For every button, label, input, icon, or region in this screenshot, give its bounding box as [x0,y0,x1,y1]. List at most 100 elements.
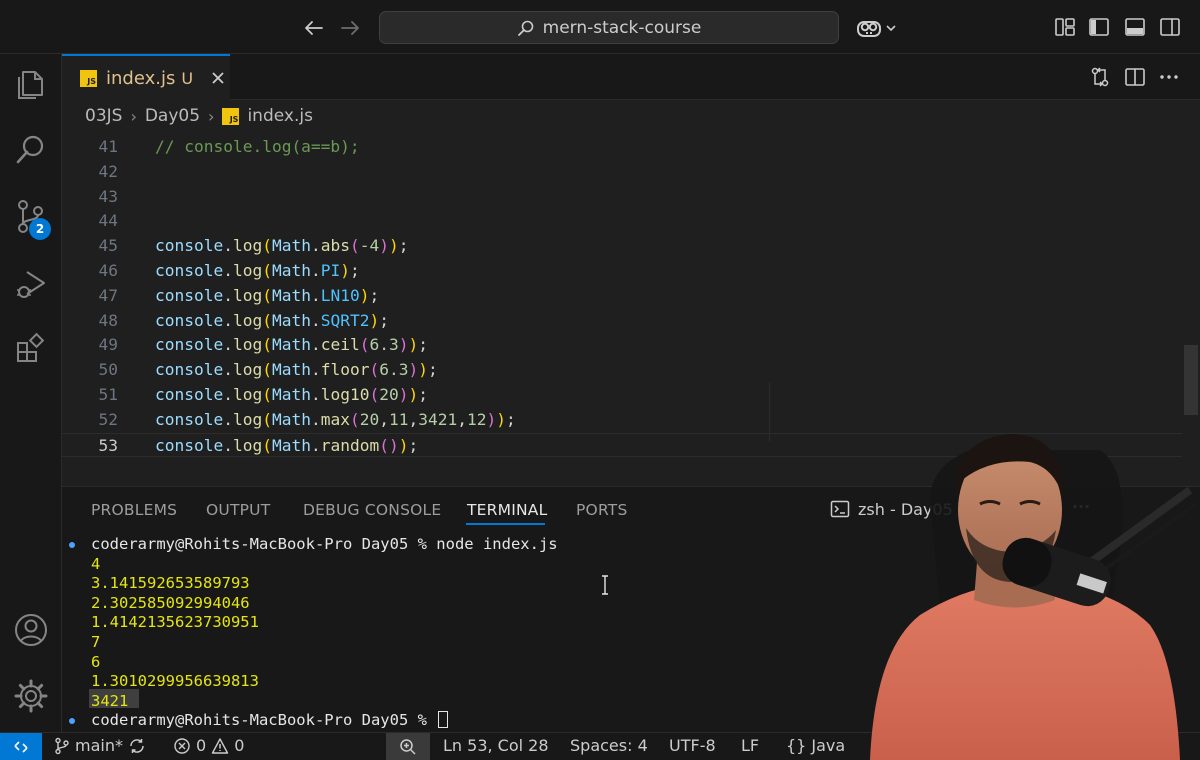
problems-status[interactable]: 0 0 [173,736,244,755]
toggle-secondary-sidebar-icon[interactable] [1159,16,1181,38]
terminal-output: 3421 [91,691,129,710]
command-decoration-icon[interactable] [69,718,75,725]
customize-layout-icon[interactable] [1054,16,1076,38]
tab-debug-console[interactable]: DEBUG CONSOLE [303,501,441,519]
code-line[interactable]: 46 console.log(Math.PI); [62,259,1182,284]
breadcrumb-file[interactable]: index.js [247,106,313,126]
explorer-files-icon[interactable] [13,66,49,102]
search-icon[interactable] [13,132,49,168]
tab-output[interactable]: OUTPUT [206,501,270,519]
code-line[interactable]: 44 [62,209,1182,234]
close-icon[interactable] [210,70,226,86]
code-token: . [223,335,233,355]
terminal-output-line: 4 [91,555,100,575]
code-token: ( [262,360,272,380]
code-token: . [223,285,233,305]
code-token: ) [398,335,409,355]
sync-icon[interactable] [128,737,146,755]
code-token: . [223,435,233,455]
code-line[interactable]: 45 console.log(Math.abs(-4)); [62,234,1182,259]
code-token: ; [379,310,389,330]
tab-problems[interactable]: PROBLEMS [91,501,177,519]
code-token: , [379,409,389,429]
line-number: 48 [98,310,119,330]
branch-status[interactable]: main* [54,736,146,755]
code-token: ( [262,385,272,404]
code-token: log [232,360,263,380]
command-center-label: mern-stack-course [542,17,702,38]
code-text: console.log(Math.abs(-4)); [155,234,408,259]
terminal-output: 3.141592653589793 [91,574,250,593]
remote-indicator[interactable] [0,733,42,760]
code-token: 6.3 [379,360,409,380]
code-token: ( [262,285,272,305]
code-token: log [232,409,263,429]
code-token: log [232,261,263,280]
split-editor-icon[interactable] [1124,66,1146,88]
code-token: . [310,236,321,256]
git-branch-icon [54,737,70,755]
tab-ports[interactable]: PORTS [576,501,628,519]
indentation[interactable]: Spaces: 4 [570,736,648,755]
code-token: abs [320,236,350,256]
code-line[interactable]: 47 console.log(Math.LN10); [62,284,1182,309]
breadcrumb-folder-03js[interactable]: 03JS [85,106,122,126]
command-decoration-icon[interactable] [69,542,75,548]
code-token: ) [408,335,419,355]
end-of-line[interactable]: LF [741,736,759,755]
chevron-right-icon: › [130,106,137,126]
terminal-output: 2.302585092994046 [91,593,250,612]
breadcrumb-folder-day05[interactable]: Day05 [145,106,200,126]
code-line[interactable]: 48 console.log(Math.SQRT2); [62,309,1182,334]
terminal-output-line: 3.141592653589793 [91,574,250,594]
code-token: Math [271,409,311,429]
language-mode[interactable]: {} Java [786,736,845,755]
toggle-sidebar-icon[interactable] [1088,16,1110,38]
editor-tab-bar: JS index.js U [62,54,1200,100]
forward-arrow-icon[interactable] [337,15,363,41]
code-token: log [232,385,263,404]
copilot-button[interactable] [856,14,900,42]
extensions-icon[interactable] [13,331,49,367]
code-line[interactable]: 42 [62,160,1182,185]
presenter-webcam-overlay [850,410,1200,760]
code-line[interactable]: 41 // console.log(a==b); [62,135,1182,160]
editor-scrollbar-thumb[interactable] [1184,345,1198,415]
code-line[interactable]: 43 [62,185,1182,210]
active-tab-indicator [466,523,545,525]
code-token: Math [271,335,311,355]
code-token: console [155,409,224,429]
zoom-button[interactable] [386,733,430,760]
code-token: 6.3 [369,335,399,355]
command-center-search[interactable]: mern-stack-course [379,11,839,44]
code-token: 20 [359,409,380,429]
line-number: 42 [98,161,119,181]
code-token: 12 [466,409,487,429]
code-line[interactable]: 50 console.log(Math.floor(6.3)); [62,358,1182,383]
code-token: ) [398,435,409,455]
accounts-icon[interactable] [13,612,49,648]
code-token: ) [379,236,389,256]
tab-index-js[interactable]: JS index.js U [62,54,230,100]
open-changes-icon[interactable] [1089,66,1111,88]
back-arrow-icon[interactable] [301,15,327,41]
run-and-debug-icon[interactable] [13,266,49,302]
line-number: 52 [98,409,119,429]
code-token: . [310,409,321,429]
cursor-position[interactable]: Ln 53, Col 28 [443,736,549,755]
code-token: ; [369,285,380,305]
encoding[interactable]: UTF-8 [669,736,716,755]
code-token: Math [271,285,311,305]
code-token: , [408,409,419,429]
code-token: Math [271,261,311,280]
code-token: 3421 [418,409,458,429]
code-token: ( [359,335,370,355]
more-actions-icon[interactable] [1158,66,1180,88]
code-line[interactable]: 51 console.log(Math.log10(20)); [62,383,1182,408]
toggle-panel-icon[interactable] [1124,16,1146,38]
tab-terminal[interactable]: TERMINAL [467,501,547,519]
code-token: log [232,335,263,355]
code-line[interactable]: 49 console.log(Math.ceil(6.3)); [62,333,1182,358]
code-token: Math [271,236,311,256]
manage-gear-icon[interactable] [13,678,49,714]
